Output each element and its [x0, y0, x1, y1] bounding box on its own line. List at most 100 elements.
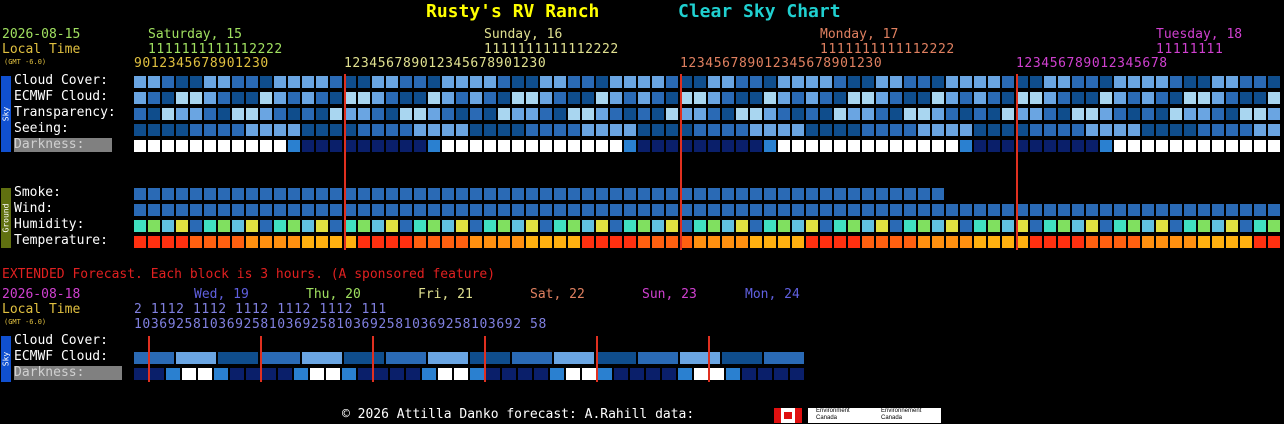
temperature-block[interactable]: [428, 236, 440, 248]
seeing-block[interactable]: [456, 124, 468, 136]
temperature-block[interactable]: [232, 236, 244, 248]
wind-block[interactable]: [148, 204, 160, 216]
smoke-block[interactable]: [470, 188, 482, 200]
transparency-block[interactable]: [624, 108, 636, 120]
ecmwf-cloud-block[interactable]: [1198, 92, 1210, 104]
cloud-cover-block[interactable]: [414, 76, 426, 88]
darkness-block[interactable]: [624, 140, 636, 152]
seeing-block[interactable]: [246, 124, 258, 136]
transparency-block[interactable]: [484, 108, 496, 120]
darkness-block[interactable]: [1086, 140, 1098, 152]
wind-block[interactable]: [596, 204, 608, 216]
darkness-block[interactable]: [414, 140, 426, 152]
transparency-block[interactable]: [806, 108, 818, 120]
temperature-block[interactable]: [596, 236, 608, 248]
cloud-cover-block[interactable]: [876, 76, 888, 88]
smoke-block[interactable]: [498, 188, 510, 200]
cloud-cover-block[interactable]: [190, 76, 202, 88]
ecmwf-cloud-block[interactable]: [1212, 92, 1224, 104]
smoke-block[interactable]: [358, 188, 370, 200]
smoke-block[interactable]: [190, 188, 202, 200]
cloud-cover-block[interactable]: [400, 76, 412, 88]
wind-block[interactable]: [764, 204, 776, 216]
ext-darkness-block[interactable]: [582, 368, 596, 380]
temperature-block[interactable]: [1114, 236, 1126, 248]
seeing-block[interactable]: [890, 124, 902, 136]
wind-block[interactable]: [652, 204, 664, 216]
humidity-block[interactable]: [204, 220, 216, 232]
row-label-transparency[interactable]: Transparency:: [14, 106, 116, 120]
ext-darkness-block[interactable]: [422, 368, 436, 380]
ecmwf-cloud-block[interactable]: [792, 92, 804, 104]
darkness-block[interactable]: [246, 140, 258, 152]
cloud-cover-block[interactable]: [1240, 76, 1252, 88]
wind-block[interactable]: [1240, 204, 1252, 216]
cloud-cover-block[interactable]: [554, 76, 566, 88]
temperature-block[interactable]: [876, 236, 888, 248]
temperature-block[interactable]: [568, 236, 580, 248]
darkness-block[interactable]: [1254, 140, 1266, 152]
smoke-block[interactable]: [260, 188, 272, 200]
ecmwf-cloud-block[interactable]: [1268, 92, 1280, 104]
transparency-block[interactable]: [918, 108, 930, 120]
humidity-block[interactable]: [862, 220, 874, 232]
ext-darkness-block[interactable]: [166, 368, 180, 380]
humidity-block[interactable]: [582, 220, 594, 232]
humidity-block[interactable]: [1198, 220, 1210, 232]
cloud-cover-block[interactable]: [1044, 76, 1056, 88]
seeing-block[interactable]: [554, 124, 566, 136]
temperature-block[interactable]: [260, 236, 272, 248]
seeing-block[interactable]: [582, 124, 594, 136]
ext-darkness-block[interactable]: [630, 368, 644, 380]
temperature-block[interactable]: [666, 236, 678, 248]
ecmwf-cloud-block[interactable]: [190, 92, 202, 104]
row-label-ecmwf-cloud[interactable]: ECMWF Cloud:: [14, 90, 108, 104]
ecmwf-cloud-block[interactable]: [274, 92, 286, 104]
darkness-block[interactable]: [610, 140, 622, 152]
wind-block[interactable]: [302, 204, 314, 216]
humidity-block[interactable]: [274, 220, 286, 232]
humidity-block[interactable]: [610, 220, 622, 232]
temperature-block[interactable]: [1002, 236, 1014, 248]
transparency-block[interactable]: [134, 108, 146, 120]
seeing-block[interactable]: [694, 124, 706, 136]
wind-block[interactable]: [428, 204, 440, 216]
transparency-block[interactable]: [946, 108, 958, 120]
humidity-block[interactable]: [442, 220, 454, 232]
ext-cloud-block[interactable]: [470, 352, 510, 364]
seeing-block[interactable]: [820, 124, 832, 136]
humidity-block[interactable]: [540, 220, 552, 232]
wind-block[interactable]: [176, 204, 188, 216]
humidity-block[interactable]: [400, 220, 412, 232]
wind-block[interactable]: [316, 204, 328, 216]
darkness-block[interactable]: [1184, 140, 1196, 152]
ecmwf-cloud-block[interactable]: [1100, 92, 1112, 104]
humidity-block[interactable]: [624, 220, 636, 232]
seeing-block[interactable]: [568, 124, 580, 136]
humidity-block[interactable]: [246, 220, 258, 232]
ecmwf-cloud-block[interactable]: [260, 92, 272, 104]
ext-darkness-block[interactable]: [678, 368, 692, 380]
cloud-cover-block[interactable]: [372, 76, 384, 88]
transparency-block[interactable]: [204, 108, 216, 120]
smoke-block[interactable]: [820, 188, 832, 200]
temperature-block[interactable]: [890, 236, 902, 248]
cloud-cover-block[interactable]: [582, 76, 594, 88]
ext-darkness-block[interactable]: [246, 368, 260, 380]
transparency-block[interactable]: [792, 108, 804, 120]
darkness-block[interactable]: [1268, 140, 1280, 152]
seeing-block[interactable]: [806, 124, 818, 136]
wind-block[interactable]: [694, 204, 706, 216]
smoke-block[interactable]: [764, 188, 776, 200]
darkness-block[interactable]: [1212, 140, 1224, 152]
ecmwf-cloud-block[interactable]: [750, 92, 762, 104]
humidity-block[interactable]: [554, 220, 566, 232]
humidity-block[interactable]: [1226, 220, 1238, 232]
wind-block[interactable]: [932, 204, 944, 216]
humidity-block[interactable]: [358, 220, 370, 232]
wind-block[interactable]: [260, 204, 272, 216]
temperature-block[interactable]: [372, 236, 384, 248]
seeing-block[interactable]: [190, 124, 202, 136]
seeing-block[interactable]: [974, 124, 986, 136]
smoke-block[interactable]: [526, 188, 538, 200]
